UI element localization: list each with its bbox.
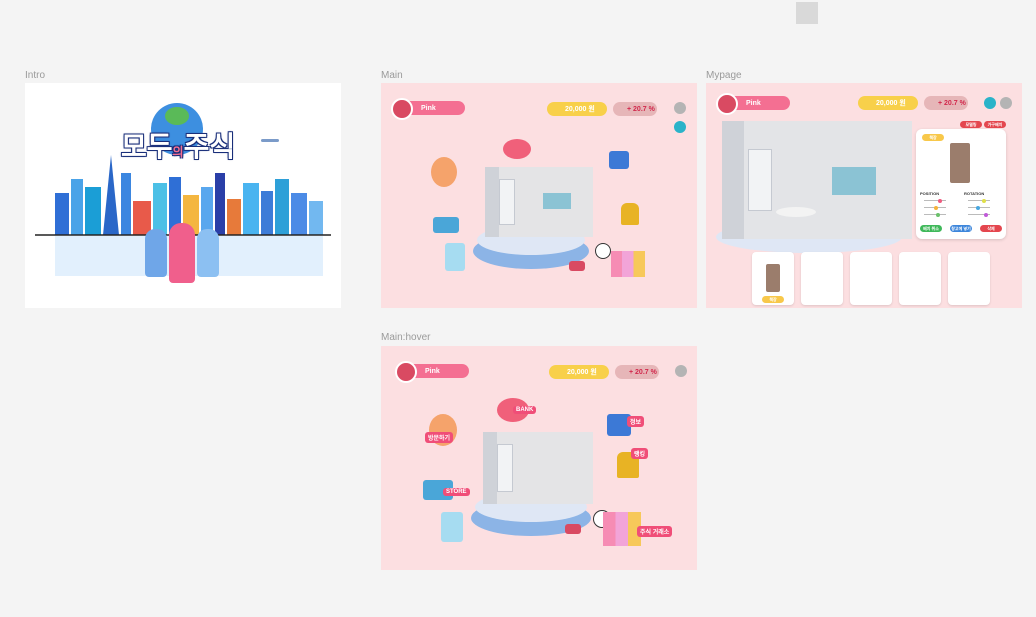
menu-icon[interactable] bbox=[675, 365, 687, 377]
frame-label-mypage: Mypage bbox=[706, 70, 742, 81]
store-button[interactable]: 창고에 넣기 bbox=[950, 225, 972, 232]
basket-icon[interactable] bbox=[433, 217, 459, 233]
gameboy-icon[interactable] bbox=[441, 512, 463, 542]
fridge bbox=[748, 149, 772, 211]
news-icon[interactable] bbox=[609, 151, 629, 169]
rot-x-slider[interactable] bbox=[968, 198, 990, 203]
frame-label-intro: Intro bbox=[25, 70, 46, 81]
cabinet bbox=[832, 167, 876, 195]
avatar[interactable] bbox=[395, 361, 417, 383]
bank-label: BANK bbox=[513, 406, 537, 414]
bookshelf-icon bbox=[766, 264, 780, 292]
rate-pill: + 20.7 % bbox=[615, 365, 659, 379]
character-right bbox=[197, 229, 219, 277]
fridge bbox=[497, 444, 513, 492]
character-left bbox=[145, 229, 167, 277]
intro-frame: 모두의주식 bbox=[25, 83, 341, 308]
position-label: POSITION bbox=[920, 191, 940, 196]
pos-z-slider[interactable] bbox=[924, 212, 946, 217]
item-label: 책장 bbox=[922, 134, 944, 141]
rot-y-slider[interactable] bbox=[968, 205, 990, 210]
piggybank-icon[interactable] bbox=[503, 139, 531, 159]
store-label: STORE bbox=[443, 488, 470, 496]
slot-label: 책장 bbox=[762, 296, 784, 303]
main-frame: Pink 20,000 원 + 20.7 % bbox=[381, 83, 697, 308]
table bbox=[776, 207, 816, 217]
ball-icon bbox=[595, 243, 611, 259]
bookshelf-icon bbox=[950, 143, 970, 183]
cabinet bbox=[543, 193, 571, 209]
rotation-label: ROTATION bbox=[964, 191, 985, 196]
car-icon bbox=[569, 261, 585, 271]
inventory-slot[interactable] bbox=[899, 252, 941, 305]
chart-icon[interactable] bbox=[611, 251, 645, 277]
mypage-frame: Pink 20,000 원 + 20.7 % 모델링 가구배치 책장 POSIT… bbox=[706, 83, 1022, 308]
tab-modeling[interactable]: 모델링 bbox=[960, 121, 982, 128]
money-pill: 20,000 원 bbox=[547, 102, 607, 116]
rank-label: 랭킹 bbox=[631, 448, 649, 459]
fridge bbox=[499, 179, 515, 225]
pos-y-slider[interactable] bbox=[924, 205, 946, 210]
visit-label: 방문하기 bbox=[425, 432, 454, 443]
money-pill: 20,000 원 bbox=[549, 365, 609, 379]
cancel-place-button[interactable]: 배치 취소 bbox=[920, 225, 942, 232]
trade-label: 주식 거래소 bbox=[637, 526, 673, 537]
gameboy-icon[interactable] bbox=[445, 243, 465, 271]
chat-icon[interactable] bbox=[674, 121, 686, 133]
inventory-slot[interactable]: 책장 bbox=[752, 252, 794, 305]
pos-x-slider[interactable] bbox=[924, 198, 946, 203]
news-label: 정보 bbox=[627, 416, 645, 427]
inventory-slot[interactable] bbox=[948, 252, 990, 305]
rate-pill: + 20.7 % bbox=[924, 96, 968, 110]
balloon-icon[interactable] bbox=[431, 157, 457, 187]
rot-z-slider[interactable] bbox=[968, 212, 990, 217]
chat-icon[interactable] bbox=[984, 97, 996, 109]
inventory-slot[interactable] bbox=[850, 252, 892, 305]
money-pill: 20,000 원 bbox=[858, 96, 918, 110]
rate-pill: + 20.7 % bbox=[613, 102, 657, 116]
frame-label-main: Main bbox=[381, 70, 403, 81]
menu-icon[interactable] bbox=[1000, 97, 1012, 109]
menu-icon[interactable] bbox=[674, 102, 686, 114]
frame-label-main-hover: Main:hover bbox=[381, 332, 431, 343]
placeholder-square bbox=[796, 2, 818, 24]
car-icon bbox=[565, 524, 581, 534]
tab-furniture[interactable]: 가구배치 bbox=[984, 121, 1006, 128]
delete-button[interactable]: 삭제 bbox=[980, 225, 1002, 232]
character-center bbox=[169, 223, 195, 283]
main-hover-frame: Pink 20,000 원 + 20.7 % BANK 방문하기 STORE 정… bbox=[381, 346, 697, 570]
avatar[interactable] bbox=[391, 98, 413, 120]
trophy-icon[interactable] bbox=[621, 203, 639, 225]
avatar[interactable] bbox=[716, 93, 738, 115]
chart-icon[interactable] bbox=[603, 512, 641, 546]
inventory-slot[interactable] bbox=[801, 252, 843, 305]
